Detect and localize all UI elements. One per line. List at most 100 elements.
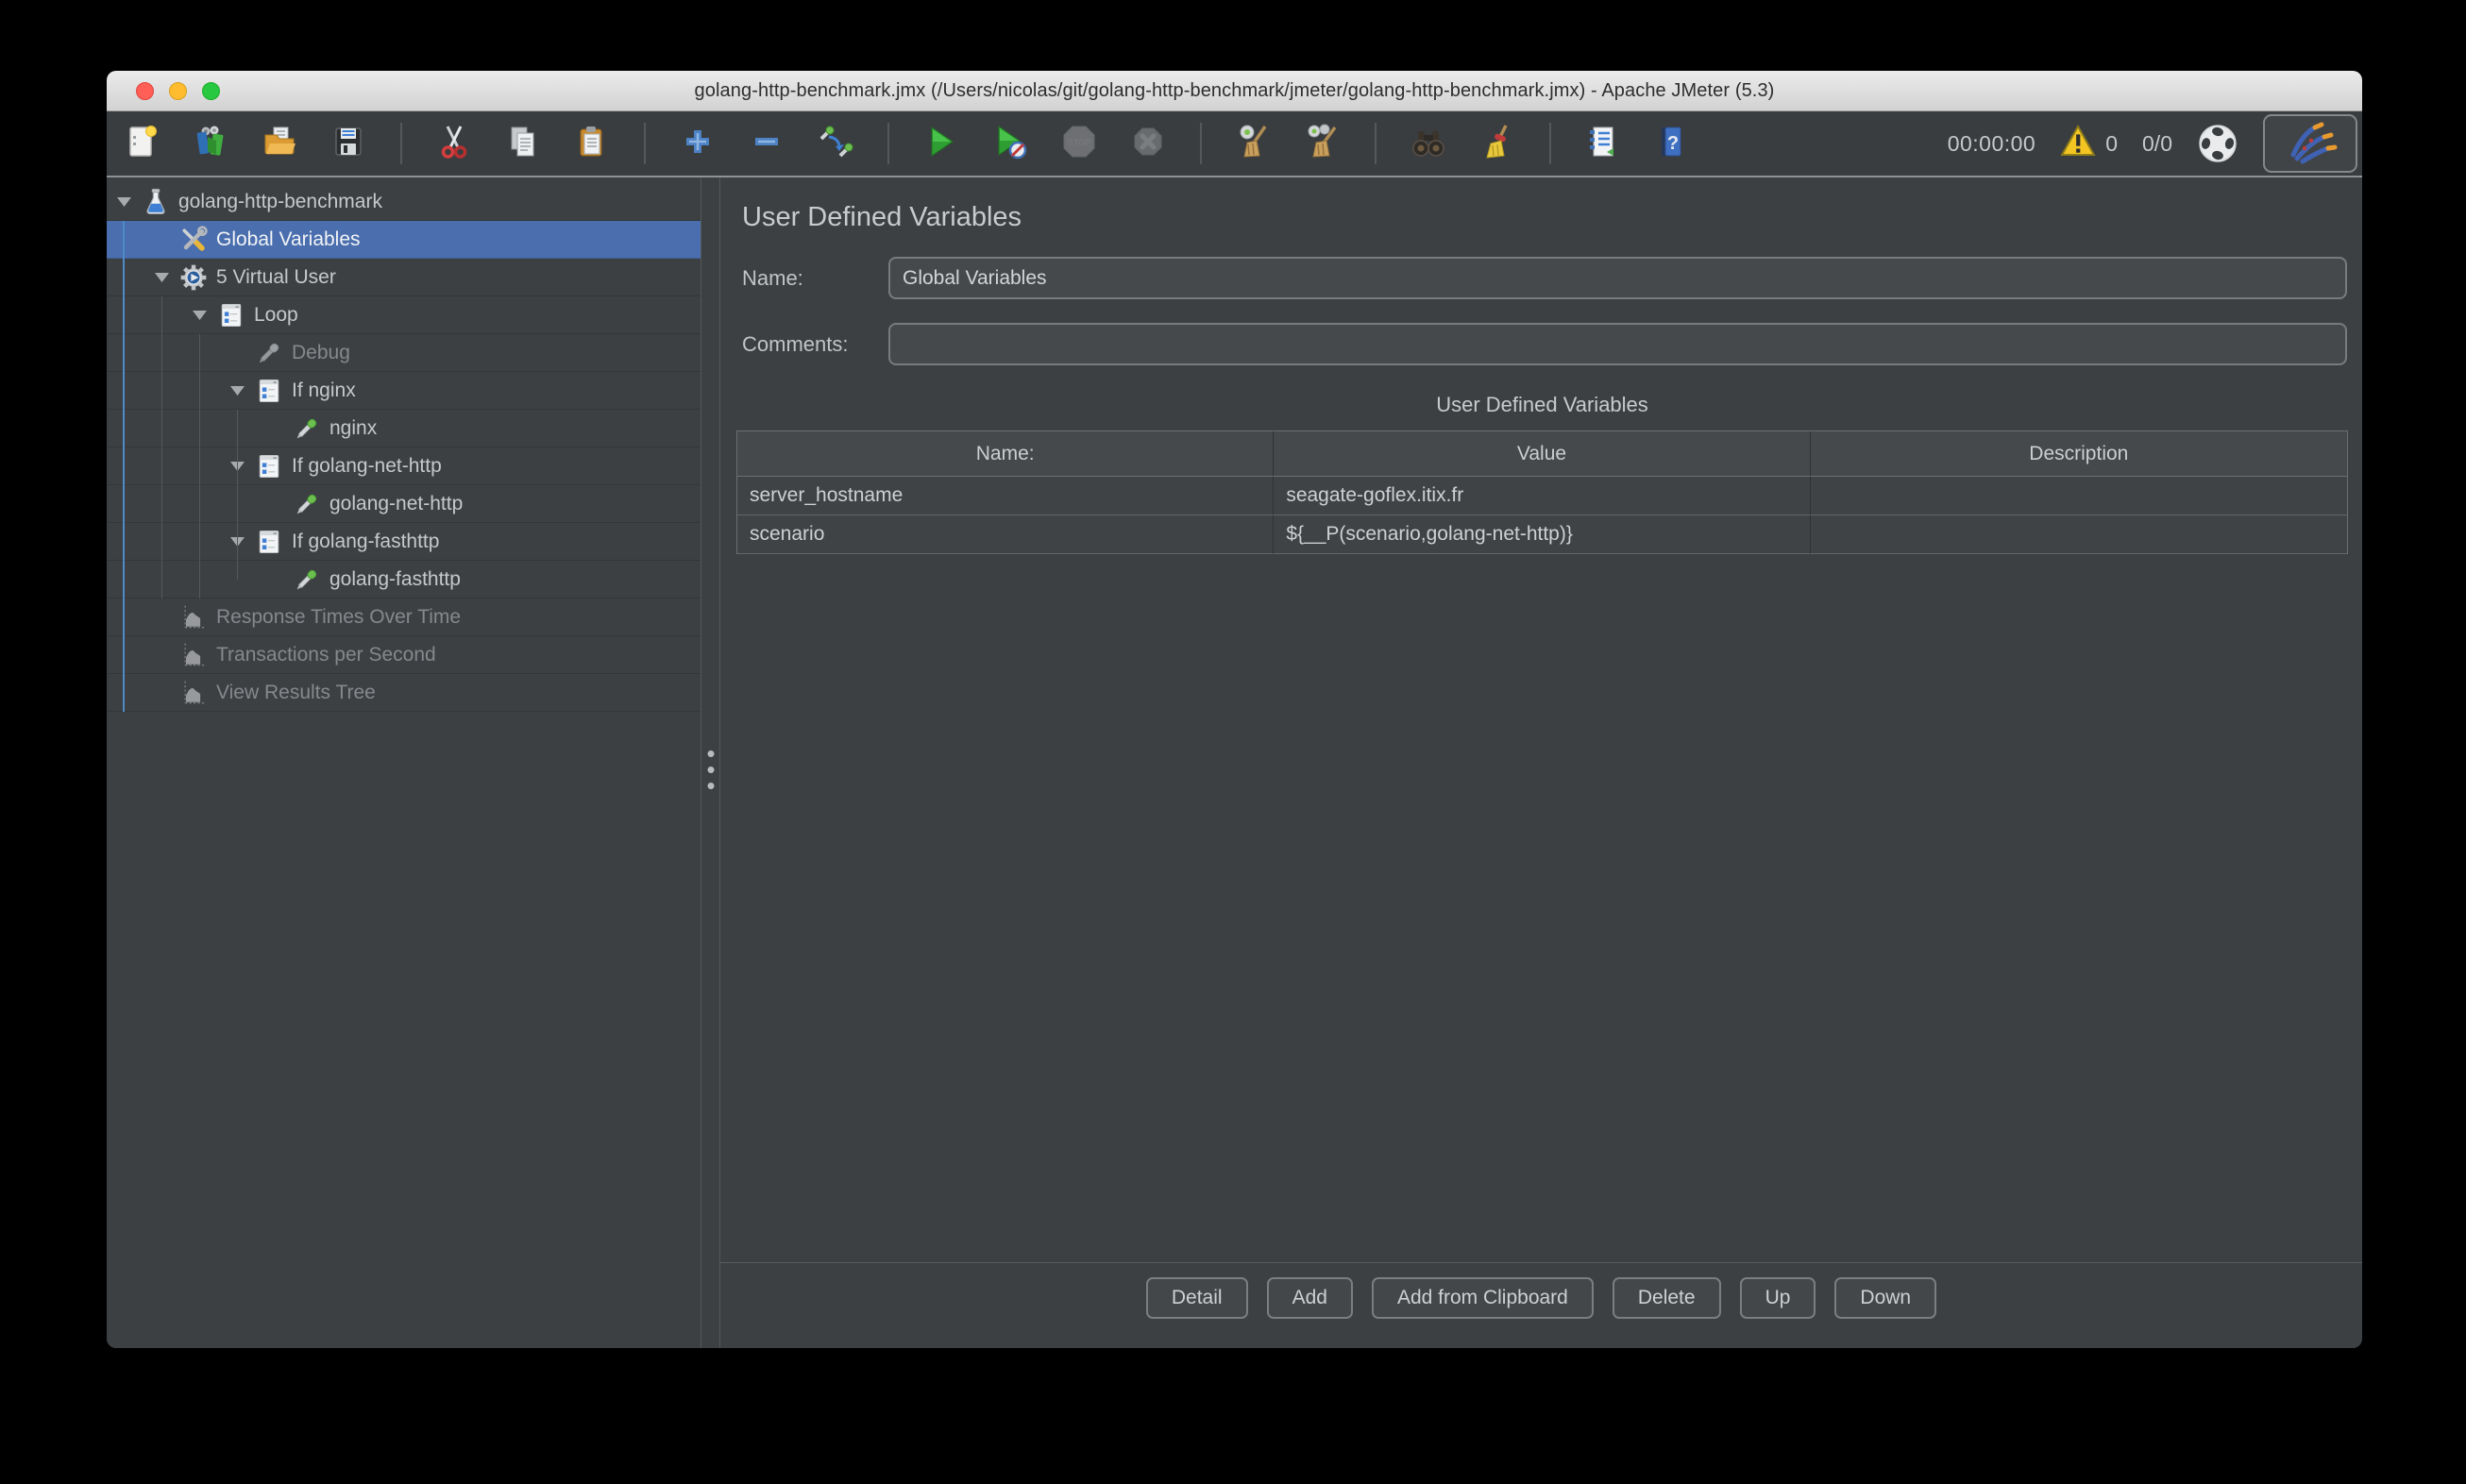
table-column-header: Value [1274, 431, 1810, 477]
new-button[interactable] [123, 125, 160, 162]
search-button[interactable] [1410, 125, 1447, 162]
stop-button[interactable]: STOP [1060, 125, 1098, 162]
tree-item-loop[interactable]: Loop [107, 296, 701, 334]
help-icon: ? [1653, 123, 1691, 165]
delete-button[interactable]: Delete [1613, 1277, 1721, 1319]
jmeter-logo-button[interactable] [2263, 114, 2357, 173]
table-row: scenario${__P(scenario,golang-net-http)} [737, 515, 2347, 554]
splitter-grip-icon [707, 750, 714, 789]
tree-item-5-virtual-user[interactable]: 5 Virtual User [107, 259, 701, 296]
panel-title: User Defined Variables [742, 202, 1022, 233]
table-cell[interactable]: ${__P(scenario,golang-net-http)} [1274, 515, 1810, 554]
toolbar-items: STOP? [107, 123, 1691, 164]
tree-item-label: nginx [329, 417, 377, 440]
comments-field-row: Comments: [742, 323, 2347, 365]
tree-item-golang-fasthttp[interactable]: golang-fasthttp [107, 561, 701, 599]
tree-item-if-golang-fasthttp[interactable]: If golang-fasthttp [107, 523, 701, 561]
paste-button[interactable] [573, 125, 611, 162]
toggle-button[interactable] [817, 125, 854, 162]
name-input[interactable] [888, 257, 2347, 299]
toolbar-separator [400, 123, 402, 164]
close-window-button[interactable] [136, 82, 154, 100]
controller-icon [252, 374, 286, 408]
up-button[interactable]: Up [1740, 1277, 1816, 1319]
function-helper-icon [1584, 123, 1622, 165]
controller-icon [252, 449, 286, 483]
tree-item-debug[interactable]: Debug [107, 334, 701, 372]
expand-arrow-icon[interactable] [222, 386, 252, 396]
toolbar: STOP? 00:00:00 0 0/0 [107, 111, 2362, 177]
start-button[interactable] [922, 125, 960, 162]
expand-arrow-icon[interactable] [109, 197, 139, 207]
table-cell[interactable]: server_hostname [737, 477, 1274, 515]
tree-item-if-nginx[interactable]: If nginx [107, 372, 701, 410]
open-button[interactable] [261, 125, 298, 162]
tree-item-view-results-tree[interactable]: View Results Tree [107, 674, 701, 712]
expand-arrow-icon[interactable] [222, 537, 252, 547]
chart-listener-icon [177, 638, 211, 672]
add-button[interactable]: Add [1267, 1277, 1353, 1319]
zoom-window-button[interactable] [202, 82, 220, 100]
help-button[interactable]: ? [1653, 125, 1691, 162]
table-cell[interactable] [1811, 515, 2347, 554]
toggle-icon [817, 123, 854, 165]
tree-item-label: golang-fasthttp [329, 568, 461, 591]
shutdown-button[interactable] [1129, 125, 1167, 162]
tree-item-golang-http-benchmark[interactable]: golang-http-benchmark [107, 183, 701, 221]
log-warning-indicator[interactable]: 0 [2060, 125, 2118, 162]
tree-item-label: golang-http-benchmark [178, 191, 382, 213]
tree-item-if-golang-net-http[interactable]: If golang-net-http [107, 447, 701, 485]
svg-text:STOP: STOP [1068, 138, 1090, 147]
tree-item-label: 5 Virtual User [216, 266, 336, 289]
remove-button[interactable] [748, 125, 785, 162]
splitter[interactable] [701, 177, 719, 1348]
tree-item-global-variables[interactable]: Global Variables [107, 221, 701, 259]
shutdown-icon [1129, 123, 1167, 165]
function-helper-button[interactable] [1584, 125, 1622, 162]
table-cell[interactable] [1811, 477, 2347, 515]
expand-arrow-icon[interactable] [222, 462, 252, 471]
sampler-icon [290, 487, 324, 521]
copy-button[interactable] [504, 125, 542, 162]
sampler-icon [290, 563, 324, 597]
clear-button[interactable] [1235, 125, 1273, 162]
table-header-row: Name:ValueDescription [737, 431, 2347, 477]
controller-icon [252, 525, 286, 559]
add-from-clipboard-button[interactable]: Add from Clipboard [1372, 1277, 1594, 1319]
table-column-header: Description [1811, 431, 2347, 477]
reset-search-button[interactable] [1478, 125, 1516, 162]
titlebar[interactable]: golang-http-benchmark.jmx (/Users/nicola… [107, 71, 2362, 111]
save-button[interactable] [329, 125, 367, 162]
tree-item-transactions-per-second[interactable]: Transactions per Second [107, 636, 701, 674]
clear-all-button[interactable] [1304, 125, 1342, 162]
table-cell[interactable]: seagate-goflex.itix.fr [1274, 477, 1810, 515]
templates-icon [192, 123, 229, 165]
tree-item-response-times-over-time[interactable]: Response Times Over Time [107, 599, 701, 636]
tree-item-nginx[interactable]: nginx [107, 410, 701, 447]
copy-icon [504, 123, 542, 165]
start-icon [922, 123, 960, 165]
expand-arrow-icon[interactable] [184, 311, 214, 320]
toolbar-separator [1375, 123, 1377, 164]
templates-button[interactable] [192, 125, 229, 162]
comments-input[interactable] [888, 323, 2347, 365]
clear-all-icon [1304, 123, 1342, 165]
new-file-icon [123, 123, 160, 165]
toolbar-status-area: 00:00:00 0 0/0 [1948, 114, 2362, 173]
detail-button[interactable]: Detail [1146, 1277, 1248, 1319]
minus-icon [748, 123, 785, 165]
reset-search-icon [1478, 123, 1516, 165]
toolbar-separator [1200, 123, 1202, 164]
start-no-pauses-button[interactable] [991, 125, 1029, 162]
minimize-window-button[interactable] [169, 82, 187, 100]
desktop: { "window": { "title": "golang-http-benc… [0, 0, 2466, 1484]
down-button[interactable]: Down [1834, 1277, 1936, 1319]
add-button[interactable] [679, 125, 717, 162]
expand-arrow-icon[interactable] [146, 273, 177, 282]
toolbar-separator [1549, 123, 1551, 164]
udv-table: Name:ValueDescription server_hostnamesea… [736, 430, 2348, 554]
tree-item-golang-net-http[interactable]: golang-net-http [107, 485, 701, 523]
table-cell[interactable]: scenario [737, 515, 1274, 554]
search-icon [1410, 123, 1447, 165]
cut-button[interactable] [435, 125, 473, 162]
